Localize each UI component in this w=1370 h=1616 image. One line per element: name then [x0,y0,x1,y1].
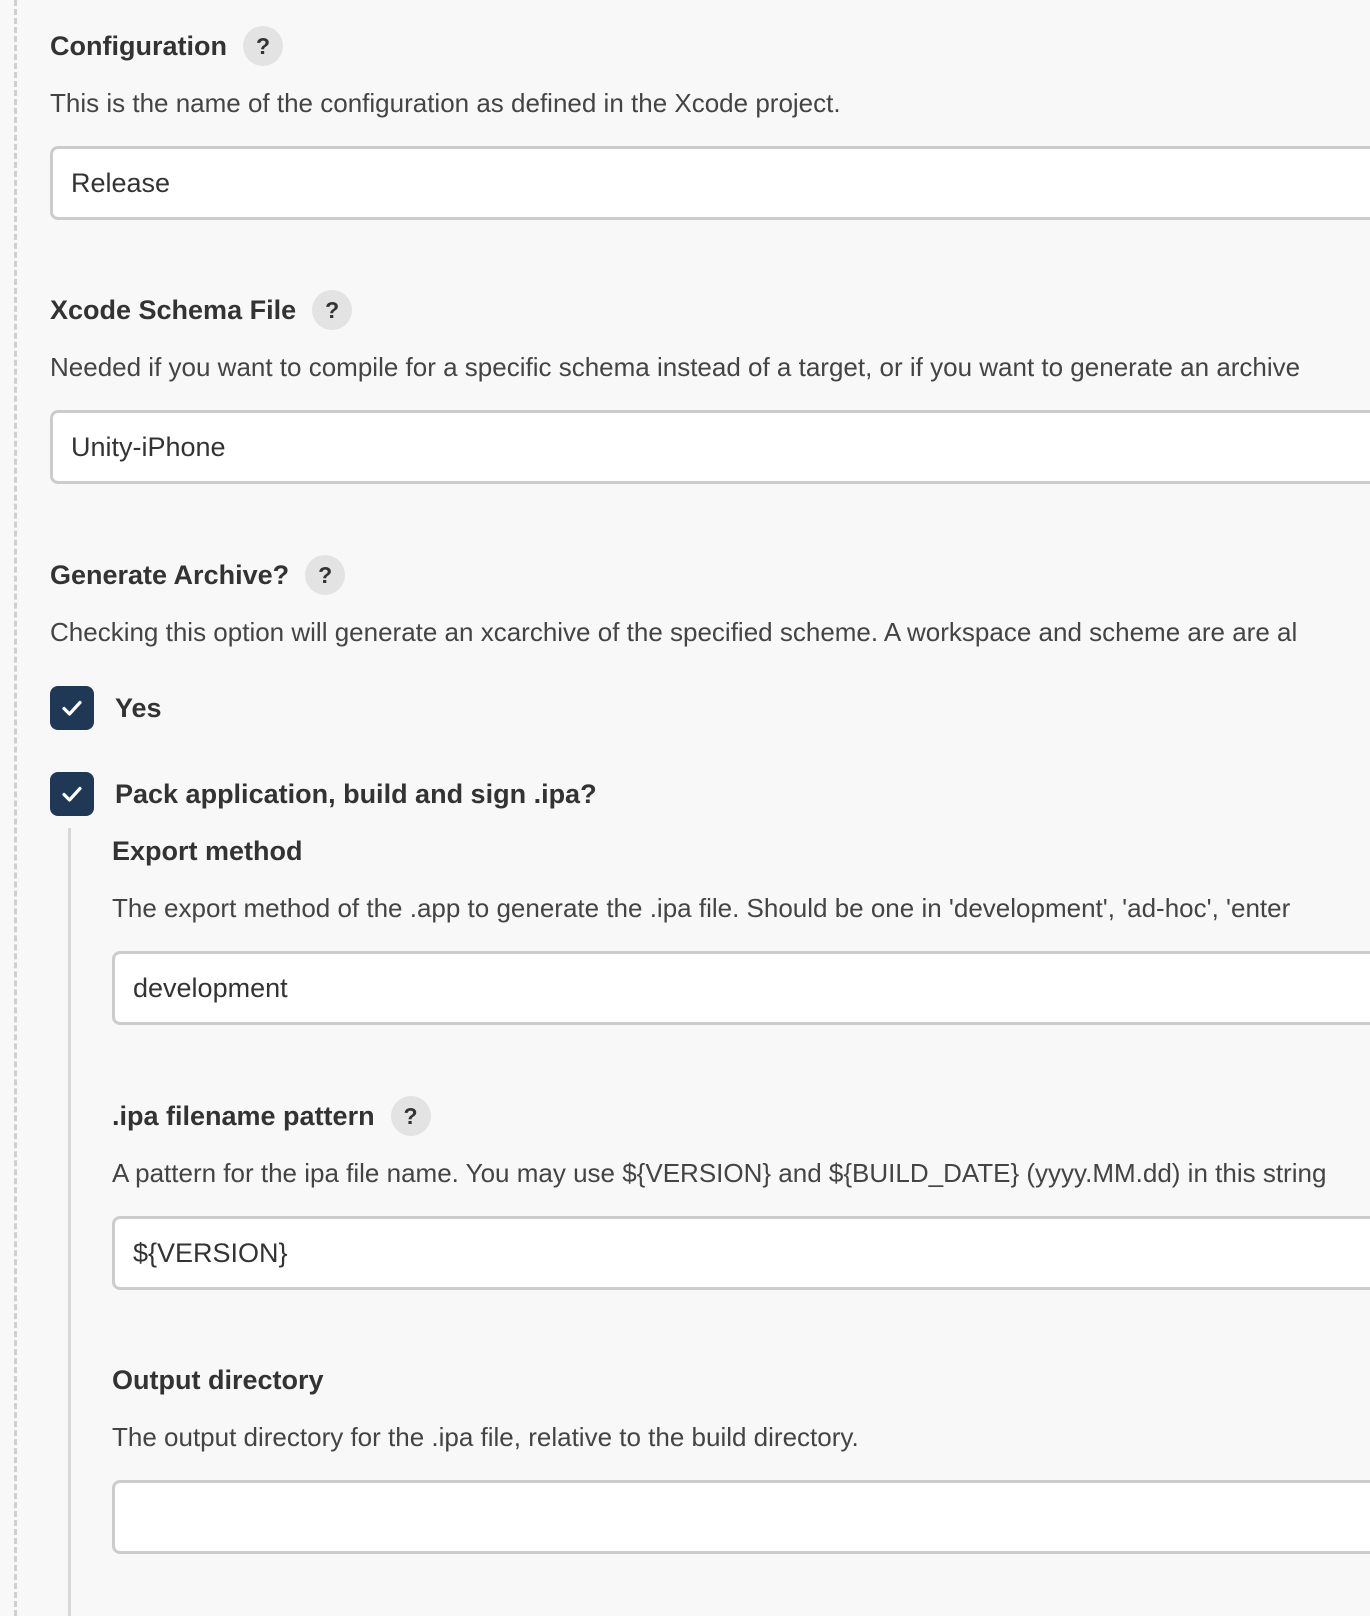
configuration-input[interactable] [50,146,1370,220]
schema-file-section: Xcode Schema File ? Needed if you want t… [50,290,1370,484]
pack-ipa-checkbox[interactable] [50,772,94,816]
checkmark-icon [62,700,82,716]
schema-file-input[interactable] [50,410,1370,484]
export-method-section: Export method The export method of the .… [112,831,1370,1025]
configuration-section: Configuration ? This is the name of the … [50,26,1370,220]
configuration-help-button[interactable]: ? [242,26,283,66]
output-directory-section: Output directory The output directory fo… [112,1360,1370,1554]
ipa-filename-description: A pattern for the ipa file name. You may… [112,1158,1327,1188]
ipa-filename-label: .ipa filename pattern [112,1100,375,1131]
export-method-input[interactable] [112,951,1370,1025]
generate-archive-label: Generate Archive? [50,559,290,590]
schema-file-help-button[interactable]: ? [312,290,353,330]
pack-ipa-checkbox-row[interactable]: Pack application, build and sign .ipa? [50,772,597,816]
schema-file-description: Needed if you want to compile for a spec… [50,352,1301,382]
output-directory-label: Output directory [112,1364,324,1395]
pack-ipa-checkbox-label: Pack application, build and sign .ipa? [115,778,597,809]
generate-archive-checkbox-label: Yes [115,692,162,723]
schema-file-label: Xcode Schema File [50,294,297,325]
export-method-description: The export method of the .app to generat… [112,893,1291,923]
generate-archive-description: Checking this option will generate an xc… [50,617,1298,647]
checkmark-icon [62,786,82,802]
generate-archive-section: Generate Archive? ? Checking this option… [50,555,1370,649]
configuration-description: This is the name of the configuration as… [50,88,841,118]
generate-archive-checkbox[interactable] [50,686,94,730]
output-directory-description: The output directory for the .ipa file, … [112,1422,859,1452]
ipa-filename-input[interactable] [112,1216,1370,1290]
ipa-options-group: Export method The export method of the .… [68,828,1370,1616]
generate-archive-help-button[interactable]: ? [305,555,346,595]
build-settings-panel: Configuration ? This is the name of the … [0,0,1370,1616]
ipa-filename-section: .ipa filename pattern ? A pattern for th… [112,1096,1370,1290]
dashed-divider [14,0,17,1616]
configuration-label: Configuration [50,30,227,61]
export-method-label: Export method [112,835,303,866]
generate-archive-checkbox-row[interactable]: Yes [50,686,162,730]
ipa-filename-help-button[interactable]: ? [390,1096,431,1136]
output-directory-input[interactable] [112,1480,1370,1554]
